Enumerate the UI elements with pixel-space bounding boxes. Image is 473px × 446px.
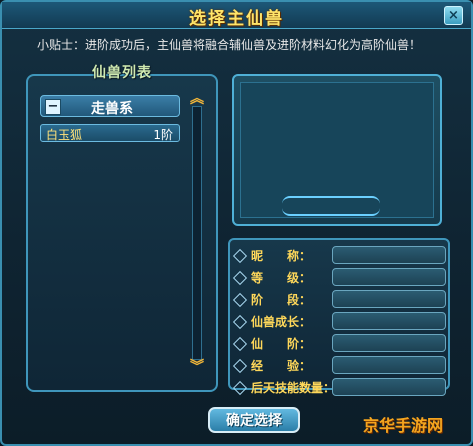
attr-label: 仙兽成长： [251,315,312,329]
collapse-icon[interactable]: − [45,99,61,115]
attr-row-level: 等 级： [232,268,450,288]
attr-value-field [332,356,446,374]
group-header[interactable]: − 走兽系 [40,95,180,117]
diamond-icon [232,358,248,374]
attr-value-field [332,290,446,308]
diamond-icon [232,292,248,308]
attr-row-name: 昵 称： [232,246,450,266]
scroll-track[interactable] [192,106,202,360]
close-button[interactable]: × [444,6,463,25]
scroll-up-icon[interactable]: ︽ [186,92,208,106]
attr-label: 后天技能数量： [251,381,336,395]
title-bar: 选择主仙兽 × [2,2,471,29]
cloud-ornament-icon [282,196,380,216]
attr-value-field [332,334,446,352]
attr-row-rank: 仙 阶： [232,334,450,354]
beast-level: 1阶 [153,128,173,142]
attr-value-field [332,246,446,264]
diamond-icon [232,336,248,352]
attr-row-growth: 仙兽成长： [232,312,450,332]
attr-value-field [332,378,446,396]
attr-label: 仙 阶： [251,337,312,351]
attr-value-field [332,312,446,330]
beast-name: 白玉狐 [46,128,83,142]
attr-value-field [332,268,446,286]
attr-label: 经 验： [251,359,312,373]
attr-label: 昵 称： [251,249,312,263]
diamond-icon [232,248,248,264]
diamond-icon [232,314,248,330]
diamond-icon [232,380,248,396]
attr-row-exp: 经 验： [232,356,450,376]
watermark-text: 京华手游网 [363,416,444,435]
list-scrollbar[interactable]: ︽ ︾ [186,92,208,374]
scroll-down-icon[interactable]: ︾ [186,360,208,374]
list-item[interactable]: 白玉狐 1阶 [40,124,180,142]
beast-list-title: 仙兽列表 [92,65,152,81]
window-title: 选择主仙兽 [189,9,284,29]
diamond-icon [232,270,248,286]
attr-label: 等 级： [251,271,312,285]
attr-label: 阶 段： [251,293,312,307]
attr-row-stage: 阶 段： [232,290,450,310]
tip-text: 小贴士：进阶成功后，主仙兽将融合辅仙兽及进阶材料幻化为高阶仙兽！ [37,38,422,52]
attr-row-skills: 后天技能数量： [232,378,450,398]
confirm-select-button[interactable]: 确定选择 [208,407,300,433]
group-label: 走兽系 [91,101,133,117]
